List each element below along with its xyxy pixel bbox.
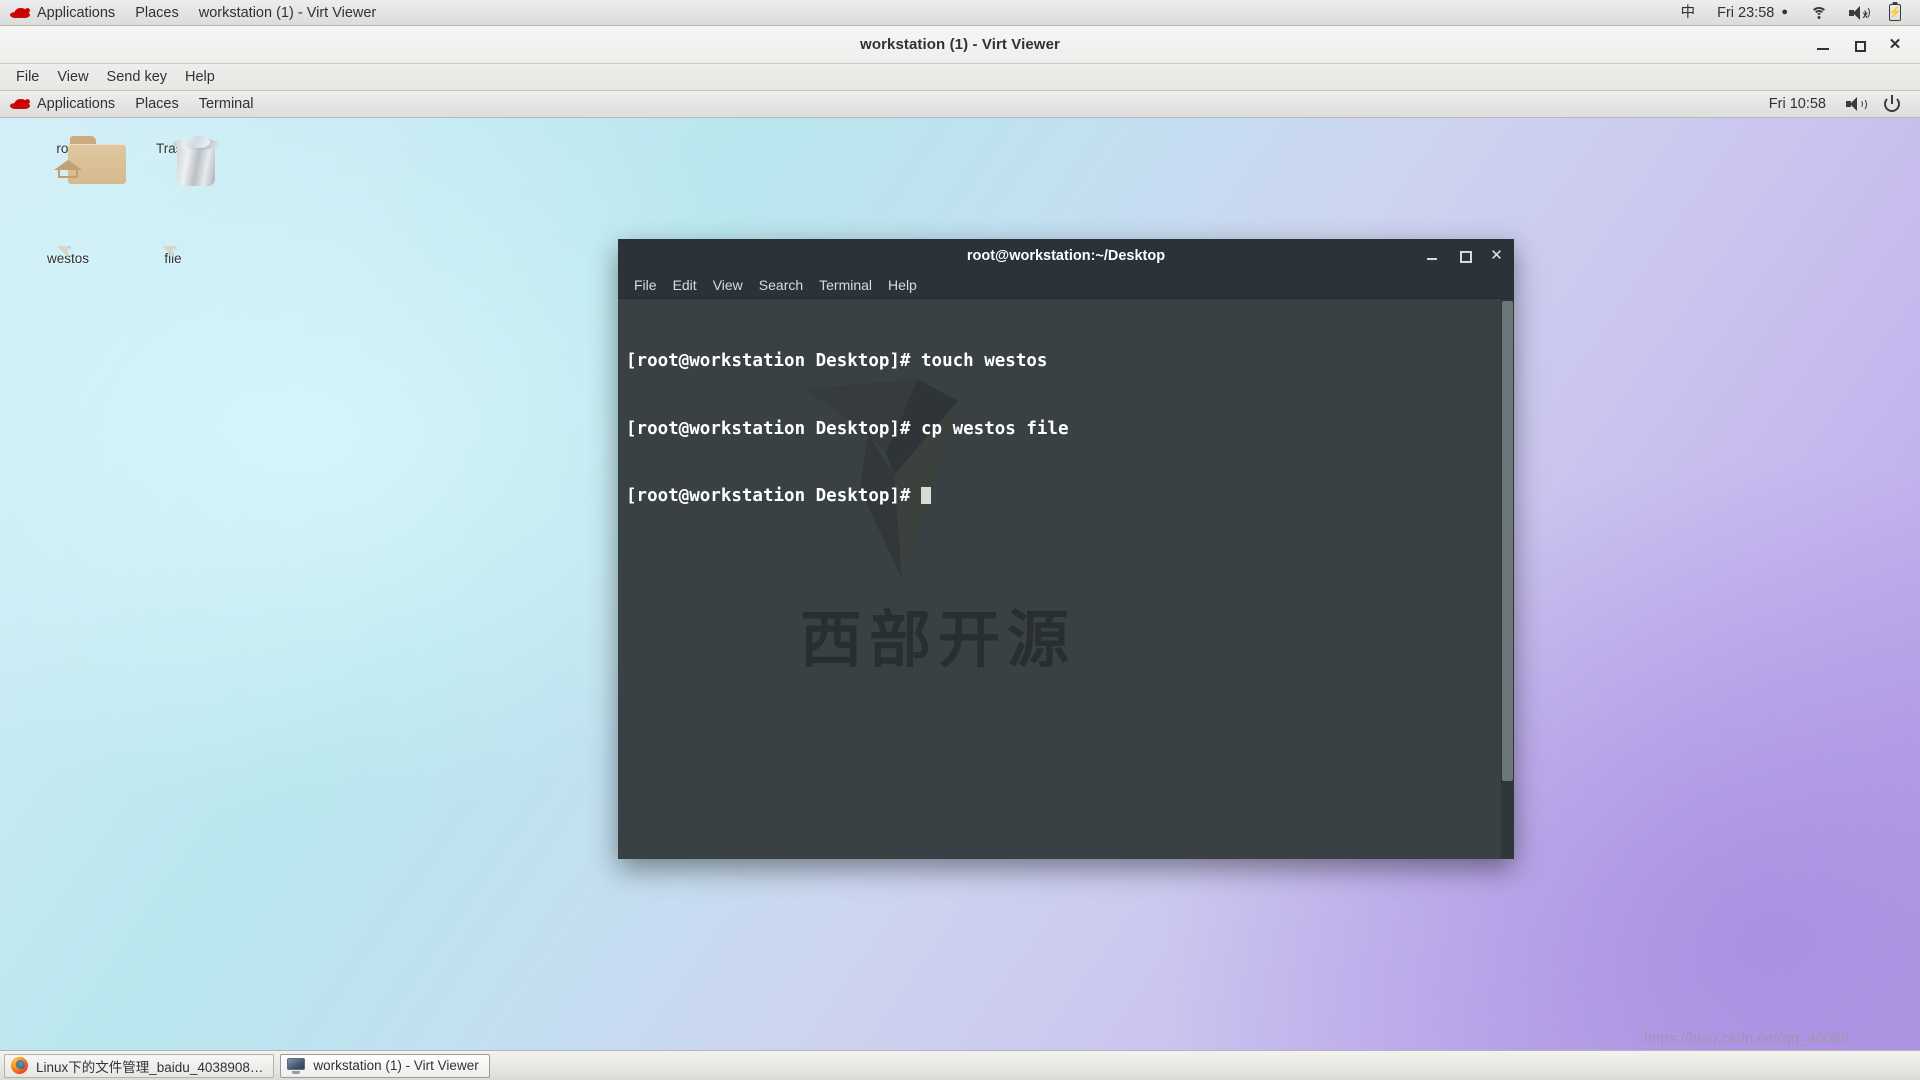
guest-top-panel: Applications Places Terminal Fri 10:58 <box>0 91 1920 118</box>
virt-viewer-close-button[interactable]: ✕ <box>1886 36 1904 54</box>
battery-glyph-icon: ⚡ <box>1888 4 1902 21</box>
guest-clock-label: Fri 10:58 <box>1768 96 1826 112</box>
host-clock[interactable]: Fri 23:58 ● <box>1706 0 1799 26</box>
guest-panel-status-area: Fri 10:58 <box>1759 96 1920 112</box>
host-task-label: workstation (1) - Virt Viewer <box>313 1058 479 1073</box>
wifi-glyph-icon <box>1810 6 1827 19</box>
host-window-menu-virt-viewer[interactable]: workstation (1) - Virt Viewer <box>189 0 387 26</box>
virt-viewer-menu-view[interactable]: View <box>48 64 97 90</box>
virt-viewer-minimize-button[interactable] <box>1814 36 1832 54</box>
terminal-body[interactable]: 西部开源 [root@workstation Desktop]# touch w… <box>618 299 1514 859</box>
redhat-logo-icon <box>10 6 30 20</box>
terminal-prompt: [root@workstation Desktop]# <box>626 486 922 506</box>
terminal-menu-edit[interactable]: Edit <box>665 272 705 298</box>
host-applications-menu[interactable]: Applications <box>0 0 125 26</box>
terminal-output: [root@workstation Desktop]# touch westos… <box>622 305 1514 553</box>
csdn-watermark: https://blog.csdn.net/qq_46089… <box>1643 1030 1864 1047</box>
guest-places-menu[interactable]: Places <box>125 96 189 112</box>
host-task-label: Linux下的文件管理_baidu_4038908… <box>36 1059 264 1075</box>
guest-applications-label: Applications <box>37 96 116 112</box>
host-places-label: Places <box>135 4 179 21</box>
virt-viewer-icon <box>287 1057 306 1074</box>
volume-muted-glyph-icon: x <box>1849 5 1870 20</box>
terminal-scrollbar-thumb[interactable] <box>1502 301 1513 781</box>
virt-viewer-menubar: File View Send key Help <box>0 64 1920 91</box>
terminal-menu-file[interactable]: File <box>626 272 665 298</box>
guest-desktop: Applications Places Terminal Fri 10:58 T… <box>0 91 1920 1080</box>
terminal-menu-terminal[interactable]: Terminal <box>811 272 880 298</box>
clock-dot-icon: ● <box>1781 6 1788 18</box>
guest-applications-menu[interactable]: Applications <box>0 96 125 112</box>
terminal-line: [root@workstation Desktop]# touch westos <box>626 351 1048 371</box>
host-clock-label: Fri 23:58 <box>1717 4 1775 21</box>
desktop-icon-root[interactable]: root <box>22 136 126 184</box>
input-method-label: 中 <box>1680 4 1696 21</box>
firefox-icon <box>11 1057 28 1074</box>
terminal-menu-search[interactable]: Search <box>751 272 811 298</box>
volume-muted-icon[interactable]: x <box>1838 0 1878 26</box>
terminal-line: [root@workstation Desktop]# cp westos fi… <box>626 418 1069 439</box>
power-glyph-icon <box>1884 96 1900 112</box>
virt-viewer-titlebar[interactable]: workstation (1) - Virt Viewer ✕ <box>0 26 1920 64</box>
volume-icon[interactable] <box>1836 97 1874 111</box>
guest-terminal-menu[interactable]: Terminal <box>189 96 264 112</box>
host-top-panel: Applications Places workstation (1) - Vi… <box>0 0 1920 26</box>
input-method-indicator[interactable]: 中 <box>1670 0 1707 26</box>
desktop-icon-label: file <box>164 251 182 266</box>
virt-viewer-menu-file[interactable]: File <box>7 64 48 90</box>
terminal-scrollbar[interactable] <box>1501 299 1514 859</box>
host-task-virt-viewer[interactable]: workstation (1) - Virt Viewer <box>280 1053 490 1078</box>
terminal-window-buttons: ✕ <box>1425 239 1504 272</box>
host-places-menu[interactable]: Places <box>125 0 189 26</box>
terminal-menu-view[interactable]: View <box>705 272 751 298</box>
volume-glyph-icon <box>1846 97 1867 111</box>
guest-clock[interactable]: Fri 10:58 <box>1759 96 1836 112</box>
terminal-window: root@workstation:~/Desktop ✕ File Edit V… <box>618 239 1514 859</box>
guest-places-label: Places <box>135 96 179 112</box>
terminal-maximize-button[interactable] <box>1457 248 1472 263</box>
terminal-minimize-button[interactable] <box>1425 248 1440 263</box>
virt-viewer-menu-send-key[interactable]: Send key <box>98 64 176 90</box>
host-taskbar: Linux下的文件管理_baidu_4038908… workstation (… <box>0 1050 1920 1080</box>
virt-viewer-window-buttons: ✕ <box>1814 26 1914 64</box>
terminal-titlebar[interactable]: root@workstation:~/Desktop ✕ <box>618 239 1514 272</box>
terminal-menu-help[interactable]: Help <box>880 272 925 298</box>
virt-viewer-maximize-button[interactable] <box>1850 36 1868 54</box>
virt-viewer-menu-help[interactable]: Help <box>176 64 224 90</box>
guest-terminal-label: Terminal <box>198 96 254 112</box>
desktop-icon-label: westos <box>46 251 90 266</box>
power-icon[interactable] <box>1874 96 1910 112</box>
redhat-logo-icon <box>10 97 30 111</box>
battery-charging-icon[interactable]: ⚡ <box>1878 0 1912 26</box>
screen-root: Applications Places workstation (1) - Vi… <box>0 0 1920 1080</box>
desktop-icon-westos[interactable]: westos <box>22 246 114 266</box>
desktop-icon-trash[interactable]: Trash <box>127 136 219 186</box>
terminal-title: root@workstation:~/Desktop <box>966 247 1166 264</box>
terminal-watermark-text: 西部开源 <box>799 603 1076 676</box>
terminal-menubar: File Edit View Search Terminal Help <box>618 272 1514 299</box>
terminal-cursor <box>921 487 932 504</box>
host-task-firefox[interactable]: Linux下的文件管理_baidu_4038908… <box>4 1053 275 1078</box>
desktop-wallpaper: root Trash westos file <box>0 118 1920 1053</box>
wifi-icon[interactable] <box>1799 0 1838 26</box>
host-panel-status-area: 中 Fri 23:58 ● x ⚡ <box>1670 0 1920 26</box>
terminal-close-button[interactable]: ✕ <box>1489 248 1504 263</box>
desktop-icon-file[interactable]: file <box>127 246 219 266</box>
virt-viewer-title: workstation (1) - Virt Viewer <box>860 36 1060 53</box>
terminal-prompt-line: [root@workstation Desktop]# <box>626 485 1514 508</box>
host-applications-label: Applications <box>37 4 116 21</box>
host-window-menu-label: workstation (1) - Virt Viewer <box>198 4 377 21</box>
